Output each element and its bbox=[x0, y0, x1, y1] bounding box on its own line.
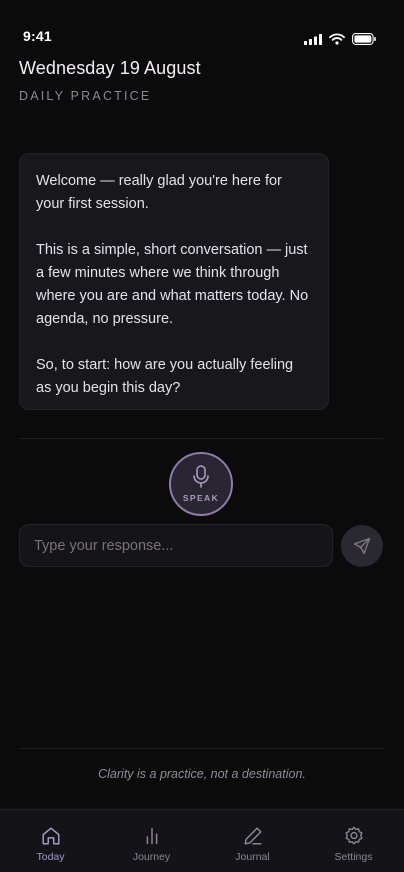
response-input[interactable] bbox=[19, 524, 333, 567]
battery-icon bbox=[352, 33, 376, 45]
message-paragraph: This is a simple, short conversation — j… bbox=[36, 242, 309, 327]
tab-label: Today bbox=[36, 851, 65, 863]
microphone-icon bbox=[193, 465, 209, 488]
tab-label: Journey bbox=[132, 851, 171, 863]
message-paragraph: Welcome — really glad you're here for yo… bbox=[36, 173, 282, 212]
gear-icon bbox=[345, 826, 362, 845]
page-subtitle: DAILY PRACTICE bbox=[19, 89, 152, 103]
send-icon bbox=[353, 537, 371, 555]
signal-icon bbox=[304, 33, 322, 45]
tab-label: Settings bbox=[334, 851, 373, 863]
today-screen: 9:41 Wednesday 19 August DAILY PRACTICE bbox=[0, 0, 404, 872]
divider bbox=[19, 748, 383, 749]
home-icon bbox=[41, 827, 60, 845]
page-title: Wednesday 19 August bbox=[19, 58, 201, 78]
tab-journal[interactable]: Journal bbox=[202, 810, 303, 872]
wifi-icon bbox=[329, 33, 345, 45]
message-paragraph: So, to start: how are you actually feeli… bbox=[36, 357, 294, 396]
tab-settings[interactable]: Settings bbox=[303, 810, 404, 872]
status-bar: 9:41 bbox=[0, 0, 404, 52]
tab-label: Journal bbox=[235, 851, 270, 863]
page-header: Wednesday 19 August DAILY PRACTICE bbox=[19, 58, 201, 103]
assistant-message-bubble: Welcome — really glad you're here for yo… bbox=[19, 153, 329, 410]
tab-bar: Today Journey Journal Settings bbox=[0, 809, 404, 872]
send-button[interactable] bbox=[341, 525, 383, 567]
pen-icon bbox=[243, 827, 262, 845]
status-time: 9:41 bbox=[23, 28, 52, 44]
speak-button[interactable]: SPEAK bbox=[169, 452, 233, 516]
bar-chart-icon bbox=[146, 827, 157, 845]
divider bbox=[19, 438, 383, 439]
speak-label: SPEAK bbox=[182, 493, 220, 503]
tab-today[interactable]: Today bbox=[0, 810, 101, 872]
status-icons bbox=[304, 33, 376, 45]
footer-quote: Clarity is a practice, not a destination… bbox=[98, 767, 306, 781]
tab-journey[interactable]: Journey bbox=[101, 810, 202, 872]
